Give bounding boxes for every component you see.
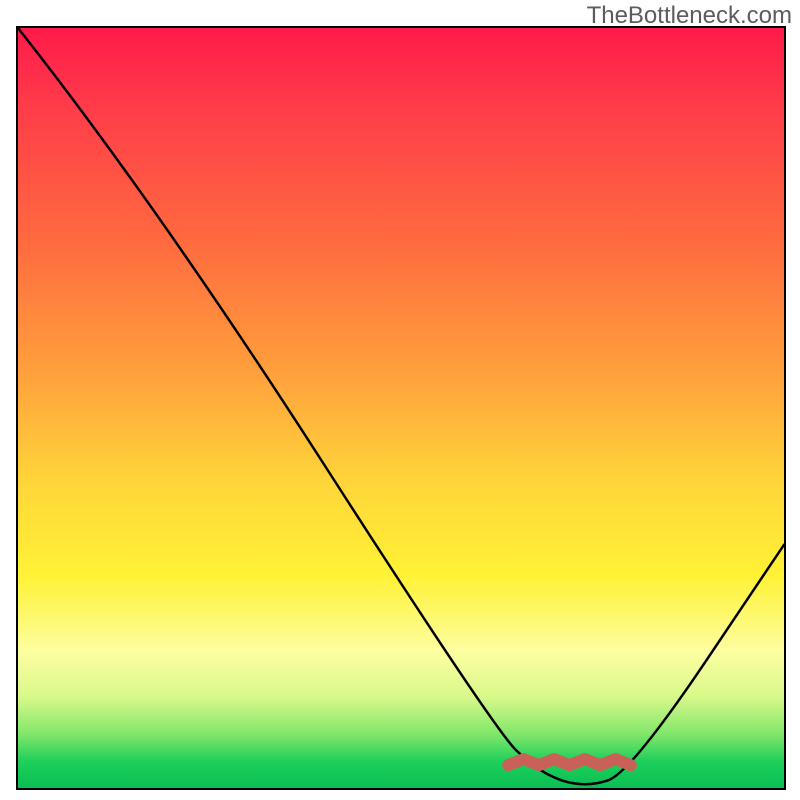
- bottleneck-chart: TheBottleneck.com: [0, 0, 800, 800]
- chart-svg: [18, 28, 784, 788]
- plot-area: [16, 26, 786, 790]
- bottleneck-curve-line: [18, 28, 784, 784]
- highlight-range-marker: [508, 759, 631, 765]
